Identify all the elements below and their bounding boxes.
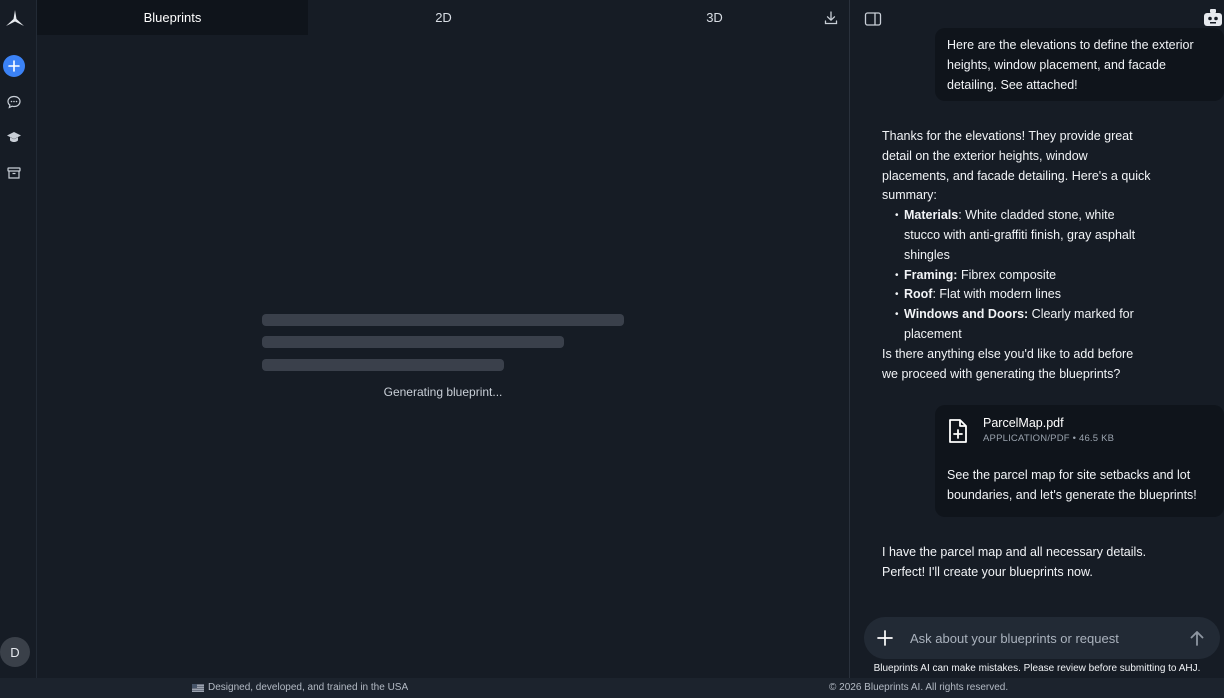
main-area: Blueprints 2D 3D Generating blueprint... bbox=[37, 0, 849, 678]
avatar[interactable]: D bbox=[0, 637, 30, 667]
skeleton-line bbox=[262, 359, 504, 371]
view-tabs: Blueprints 2D 3D bbox=[37, 0, 849, 35]
attach-plus-icon[interactable] bbox=[876, 629, 894, 647]
tab-3d[interactable]: 3D bbox=[579, 0, 850, 35]
assistant-message: I have the parcel map and all necessary … bbox=[882, 545, 1147, 579]
file-meta: APPLICATION/PDF • 46.5 KB bbox=[983, 433, 1115, 444]
user-message: Here are the elevations to define the ex… bbox=[935, 28, 1224, 101]
app-logo-icon[interactable] bbox=[4, 8, 26, 30]
robot-icon[interactable] bbox=[1202, 7, 1224, 29]
chat-input[interactable] bbox=[910, 617, 1170, 659]
chat-panel: Here are the elevations to define the ex… bbox=[850, 0, 1224, 678]
scroll-fade bbox=[850, 580, 1224, 620]
loading-text: Generating blueprint... bbox=[383, 385, 503, 399]
chat-icon[interactable] bbox=[6, 94, 22, 110]
file-attachment[interactable]: ParcelMap.pdf APPLICATION/PDF • 46.5 KB bbox=[947, 415, 1212, 446]
footer-copyright: © 2026 Blueprints AI. All rights reserve… bbox=[829, 682, 1009, 693]
list-item: Roof: Flat with modern lines bbox=[895, 285, 1152, 305]
footer-made-in: Designed, developed, and trained in the … bbox=[208, 682, 409, 693]
assistant-message: Thanks for the elevations! They provide … bbox=[882, 127, 1152, 384]
list-item: Framing: Fibrex composite bbox=[895, 266, 1152, 286]
file-name: ParcelMap.pdf bbox=[983, 416, 1064, 430]
list-item: Materials: White cladded stone, white st… bbox=[895, 206, 1152, 265]
new-chat-button[interactable] bbox=[3, 55, 25, 77]
app-root: D Blueprints 2D 3D Generating blueprint.… bbox=[0, 0, 1224, 698]
file-plus-icon bbox=[949, 419, 967, 443]
us-flag-icon bbox=[192, 683, 204, 692]
user-message-text: See the parcel map for site setbacks and… bbox=[947, 468, 1197, 502]
disclaimer: Blueprints AI can make mistakes. Please … bbox=[873, 663, 1201, 674]
list-item: Windows and Doors: Clearly marked for pl… bbox=[895, 305, 1152, 345]
plus-icon bbox=[8, 60, 20, 72]
left-rail: D bbox=[0, 0, 37, 678]
skeleton-line bbox=[262, 314, 624, 326]
tab-blueprints[interactable]: Blueprints bbox=[37, 0, 308, 35]
chat-input-box bbox=[864, 617, 1220, 659]
footer: Designed, developed, and trained in the … bbox=[0, 678, 1224, 698]
footer-left: Designed, developed, and trained in the … bbox=[192, 682, 408, 693]
summary-list: Materials: White cladded stone, white st… bbox=[882, 206, 1152, 345]
tab-2d[interactable]: 2D bbox=[308, 0, 579, 35]
archive-icon[interactable] bbox=[6, 165, 22, 181]
assistant-outro: Is there anything else you'd like to add… bbox=[882, 346, 1134, 381]
user-message-with-file: ParcelMap.pdf APPLICATION/PDF • 46.5 KB … bbox=[935, 405, 1224, 517]
arrow-up-icon[interactable] bbox=[1188, 629, 1206, 647]
graduation-cap-icon[interactable] bbox=[6, 129, 22, 145]
assistant-intro: Thanks for the elevations! They provide … bbox=[882, 129, 1151, 203]
skeleton-line bbox=[262, 336, 564, 348]
download-icon[interactable] bbox=[823, 10, 839, 26]
panel-toggle-icon[interactable] bbox=[864, 11, 882, 27]
